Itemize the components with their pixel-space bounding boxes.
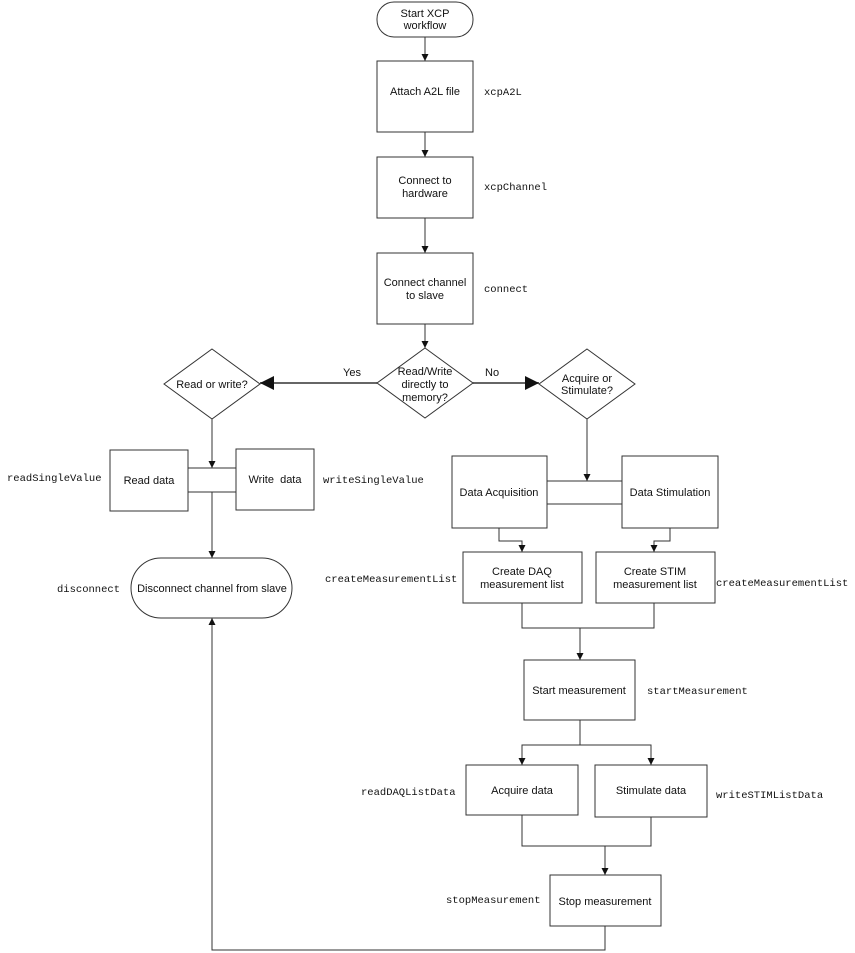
node-stimulate-data[interactable]: Stimulate data — [594, 764, 708, 818]
function-connect: connect — [484, 284, 528, 296]
node-stimulate-data-label: Stimulate data — [616, 785, 687, 797]
node-write-data[interactable]: Write data — [235, 448, 315, 511]
decision-memory-line-3: memory? — [402, 392, 448, 404]
function-createMeasurementList-daq: createMeasurementList — [325, 574, 457, 586]
function-readSingleValue: readSingleValue — [7, 473, 102, 485]
node-attach-a2l-label: Attach A2L file — [390, 86, 460, 98]
node-read-data-label: Read data — [124, 475, 176, 487]
edge-create-join — [521, 603, 655, 629]
node-connect-slave[interactable]: Connect channel to slave — [376, 252, 474, 325]
function-stopMeasurement: stopMeasurement — [446, 895, 541, 907]
node-connect-slave-line-1: Connect channel — [384, 277, 467, 289]
node-attach-a2l[interactable]: Attach A2L file — [376, 60, 474, 133]
node-data-stimulation-label: Data Stimulation — [630, 487, 711, 499]
node-acquire-data-label: Acquire data — [491, 785, 554, 797]
node-create-stim-line-2: measurement list — [613, 579, 697, 591]
node-create-stim[interactable]: Create STIM measurement list — [595, 551, 716, 604]
node-data-acquisition-label: Data Acquisition — [460, 487, 539, 499]
function-xcpChannel: xcpChannel — [484, 182, 547, 194]
decision-acquire-stimulate[interactable]: Acquire or Stimulate? — [538, 348, 636, 420]
edge-daq-to-create — [498, 528, 526, 552]
node-disconnect-label: Disconnect channel from slave — [137, 583, 287, 595]
node-read-data[interactable]: Read data — [109, 449, 189, 512]
node-connect-hardware-line-2: hardware — [402, 188, 448, 200]
function-disconnect: disconnect — [57, 584, 120, 596]
edge-stim-to-create — [650, 528, 671, 552]
decision-read-write[interactable]: Read or write? — [163, 348, 261, 420]
decision-memory-line-1: Read/Write — [398, 366, 453, 378]
node-connect-hardware[interactable]: Connect to hardware — [376, 156, 474, 219]
edge-start-to-acquire — [518, 720, 581, 765]
node-start[interactable]: Start XCP workflow — [376, 1, 474, 38]
node-create-daq-line-2: measurement list — [480, 579, 564, 591]
function-startMeasurement: startMeasurement — [647, 686, 748, 698]
function-createMeasurementList-stim: createMeasurementList — [716, 578, 848, 590]
node-connect-hardware-line-1: Connect to — [398, 175, 451, 187]
edge-label-no: No — [485, 367, 499, 379]
decision-acquire-stimulate-line-1: Acquire or — [562, 373, 612, 385]
node-start-line-2: workflow — [403, 20, 447, 32]
node-stop-measurement[interactable]: Stop measurement — [549, 874, 662, 927]
node-stop-measurement-label: Stop measurement — [559, 896, 652, 908]
node-start-line-1: Start XCP — [401, 8, 450, 20]
node-connect-slave-line-2: to slave — [406, 290, 444, 302]
node-disconnect[interactable]: Disconnect channel from slave — [130, 557, 293, 619]
node-create-daq-line-1: Create DAQ — [492, 566, 552, 578]
decision-memory[interactable]: Read/Write directly to memory? — [376, 347, 474, 419]
node-create-stim-line-1: Create STIM — [624, 566, 686, 578]
function-writeSingleValue: writeSingleValue — [323, 475, 424, 487]
node-write-data-label: Write data — [249, 474, 303, 486]
edge-start-to-stimulate — [580, 744, 655, 765]
decision-read-write-label: Read or write? — [176, 379, 248, 391]
edge-data-join — [521, 815, 652, 847]
flowchart: Yes No Start XCP workflow Attach A2L fil… — [7, 1, 848, 951]
decision-memory-line-2: directly to — [401, 379, 448, 391]
node-create-daq[interactable]: Create DAQ measurement list — [462, 551, 583, 604]
node-data-stimulation[interactable]: Data Stimulation — [621, 455, 719, 529]
node-start-measurement-label: Start measurement — [532, 685, 626, 697]
function-readDAQListData: readDAQListData — [361, 787, 456, 799]
function-writeSTIMListData: writeSTIMListData — [716, 790, 823, 802]
node-acquire-data[interactable]: Acquire data — [465, 764, 579, 816]
decision-acquire-stimulate-line-2: Stimulate? — [561, 385, 613, 397]
node-start-measurement[interactable]: Start measurement — [523, 659, 636, 721]
node-data-acquisition[interactable]: Data Acquisition — [451, 455, 548, 529]
edge-label-yes: Yes — [343, 367, 361, 379]
function-xcpA2L: xcpA2L — [484, 87, 522, 99]
